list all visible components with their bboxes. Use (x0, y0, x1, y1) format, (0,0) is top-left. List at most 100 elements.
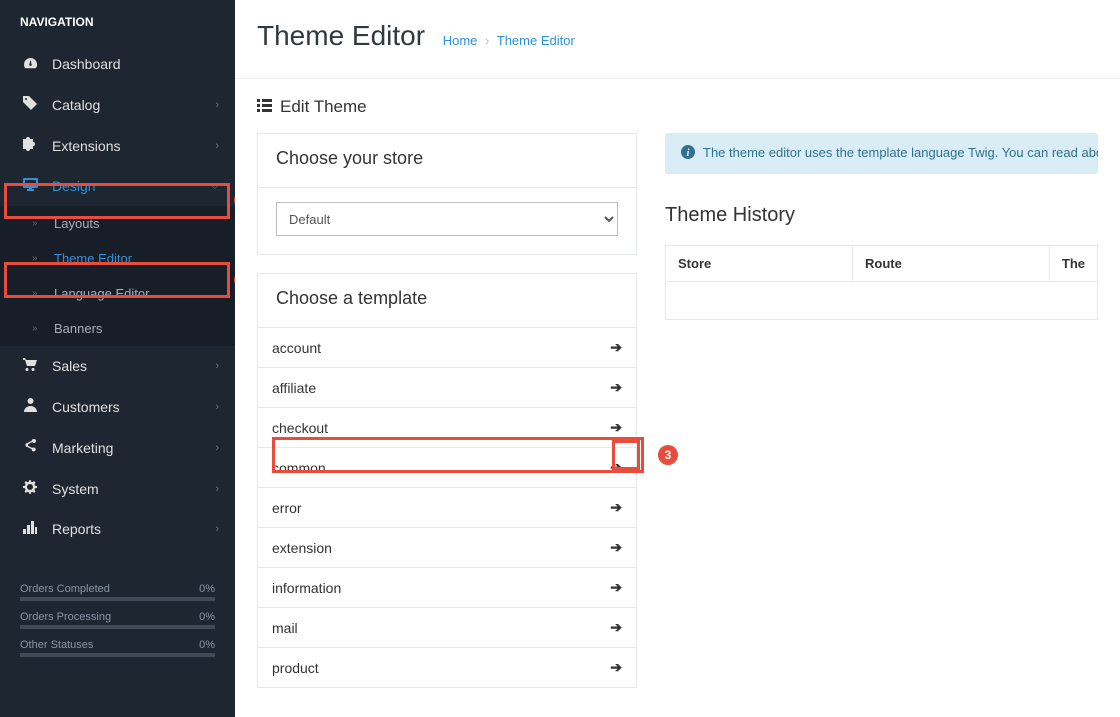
nav-customers[interactable]: Customers › (0, 386, 235, 427)
template-panel: Choose a template (257, 273, 637, 327)
arrow-right-icon: ➔ (610, 379, 622, 396)
list-icon (257, 99, 272, 116)
template-label: account (272, 340, 321, 356)
breadcrumb-home[interactable]: Home (443, 33, 478, 48)
cart-icon (20, 358, 40, 374)
arrow-right-icon: ➔ (610, 459, 622, 476)
store-panel-title: Choose your store (258, 134, 636, 188)
section-title: Edit Theme (257, 97, 1098, 133)
template-panel-title: Choose a template (258, 274, 636, 327)
arrow-right-icon: ➔ (610, 499, 622, 516)
nav-system[interactable]: System › (0, 468, 235, 509)
template-label: mail (272, 620, 298, 636)
history-title: Theme History (665, 204, 1098, 227)
store-select[interactable]: Default (276, 202, 618, 236)
annotation-badge: 3 (658, 445, 678, 465)
double-chevron-icon: » (32, 288, 46, 299)
stat-label: Other Statuses (20, 639, 93, 651)
arrow-right-icon: ➔ (610, 339, 622, 356)
chevron-down-icon: ⌵ (211, 180, 219, 193)
breadcrumb: Home › Theme Editor (443, 33, 575, 48)
stat-bar (20, 598, 215, 601)
nav-dashboard[interactable]: Dashboard (0, 44, 235, 84)
nav-label: Dashboard (52, 56, 121, 72)
nav-marketing[interactable]: Marketing › (0, 427, 235, 468)
template-row-product[interactable]: product ➔ (257, 648, 637, 688)
chevron-right-icon: › (215, 360, 219, 372)
history-empty-row (666, 282, 1098, 320)
nav-sub-label: Theme Editor (54, 251, 132, 266)
arrow-right-icon: ➔ (610, 539, 622, 556)
double-chevron-icon: » (32, 218, 46, 229)
info-alert: i The theme editor uses the template lan… (665, 133, 1098, 174)
template-row-affiliate[interactable]: affiliate ➔ (257, 368, 637, 408)
main-content: Theme Editor Home › Theme Editor Edit Th… (235, 0, 1120, 717)
stat-value: 0% (199, 639, 215, 651)
stats-block: Orders Completed 0% Orders Processing 0%… (0, 569, 235, 669)
template-label: common (272, 460, 326, 476)
history-col-route: Route (853, 246, 1050, 282)
arrow-right-icon: ➔ (610, 419, 622, 436)
tag-icon (20, 96, 40, 113)
nav-sales[interactable]: Sales › (0, 346, 235, 386)
chevron-right-icon: › (215, 99, 219, 111)
nav-label: Marketing (52, 440, 113, 456)
nav-sub-layouts[interactable]: » Layouts (0, 206, 235, 241)
template-row-common[interactable]: common ➔ (257, 448, 637, 488)
template-row-error[interactable]: error ➔ (257, 488, 637, 528)
nav-label: Design (52, 178, 96, 194)
template-row-account[interactable]: account ➔ (257, 327, 637, 368)
history-col-store: Store (666, 246, 853, 282)
share-icon (20, 439, 40, 456)
nav-label: Extensions (52, 138, 120, 154)
stat-value: 0% (199, 611, 215, 623)
template-row-checkout[interactable]: checkout ➔ (257, 408, 637, 448)
double-chevron-icon: » (32, 323, 46, 334)
nav-catalog[interactable]: Catalog › (0, 84, 235, 125)
template-label: extension (272, 540, 332, 556)
template-row-mail[interactable]: mail ➔ (257, 608, 637, 648)
template-row-information[interactable]: information ➔ (257, 568, 637, 608)
nav-sub-theme-editor[interactable]: » Theme Editor (0, 241, 235, 276)
chart-icon (20, 521, 40, 537)
stat-label: Orders Completed (20, 583, 110, 595)
desktop-icon (20, 178, 40, 194)
arrow-right-icon: ➔ (610, 579, 622, 596)
template-row-extension[interactable]: extension ➔ (257, 528, 637, 568)
stat-label: Orders Processing (20, 611, 111, 623)
store-panel: Choose your store Default (257, 133, 637, 255)
nav-extensions[interactable]: Extensions › (0, 125, 235, 166)
chevron-right-icon: › (215, 483, 219, 495)
section-title-text: Edit Theme (280, 97, 367, 117)
nav-label: Reports (52, 521, 101, 537)
history-col-theme: The (1049, 246, 1097, 282)
nav-label: System (52, 481, 99, 497)
template-label: product (272, 660, 319, 676)
stat-row: Orders Completed 0% (20, 577, 215, 598)
nav-sub-language-editor[interactable]: » Language Editor (0, 276, 235, 311)
nav-sub-label: Language Editor (54, 286, 149, 301)
template-label: affiliate (272, 380, 316, 396)
chevron-right-icon: › (215, 523, 219, 535)
info-alert-text: The theme editor uses the template langu… (703, 145, 1098, 160)
page-header: Theme Editor Home › Theme Editor (235, 0, 1120, 79)
template-label: checkout (272, 420, 328, 436)
template-label: error (272, 500, 302, 516)
stat-row: Orders Processing 0% (20, 605, 215, 626)
nav-label: Customers (52, 399, 120, 415)
nav-sub-label: Layouts (54, 216, 100, 231)
double-chevron-icon: » (32, 253, 46, 264)
chevron-right-icon: › (215, 401, 219, 413)
template-label: information (272, 580, 341, 596)
nav-design[interactable]: Design ⌵ (0, 166, 235, 206)
arrow-right-icon: ➔ (610, 619, 622, 636)
chevron-right-icon: › (215, 442, 219, 454)
nav-sub-label: Banners (54, 321, 102, 336)
stat-value: 0% (199, 583, 215, 595)
breadcrumb-current[interactable]: Theme Editor (497, 33, 575, 48)
history-table: Store Route The (665, 245, 1098, 320)
nav-reports[interactable]: Reports › (0, 509, 235, 549)
stat-bar (20, 626, 215, 629)
nav-sub-banners[interactable]: » Banners (0, 311, 235, 346)
template-list: account ➔ affiliate ➔ checkout ➔ common … (257, 327, 637, 688)
